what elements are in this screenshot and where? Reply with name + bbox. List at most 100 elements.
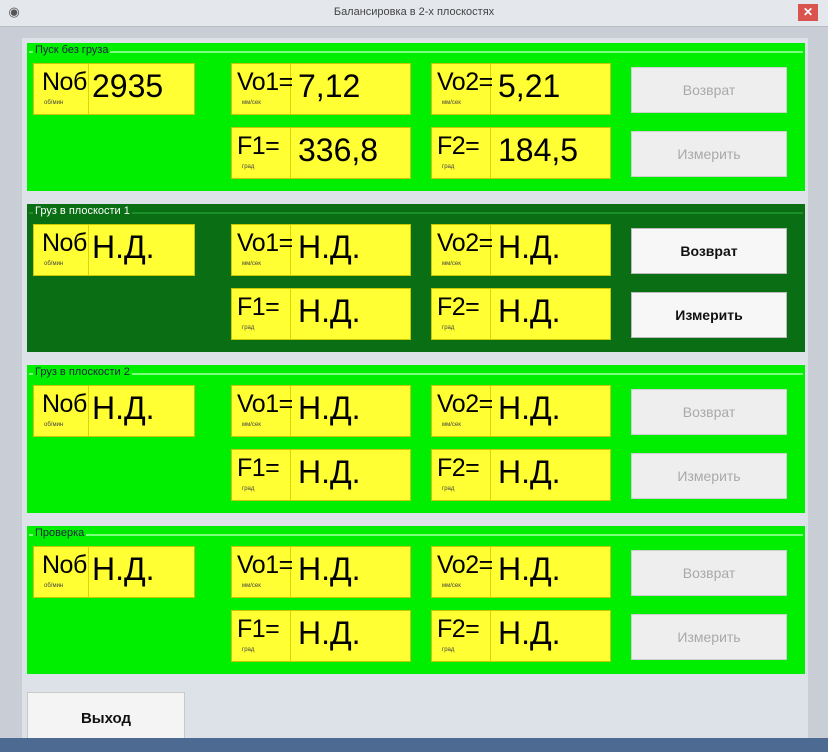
- section-title: Пуск без груза: [33, 44, 111, 56]
- f2-box: F2= град Н.Д.: [431, 288, 611, 340]
- main-window: Пуск без груза Nоб об/мин 2935 Vo1= мм/сек…: [22, 38, 808, 746]
- measure-button[interactable]: Измерить: [631, 614, 787, 660]
- back-button[interactable]: Возврат: [631, 550, 787, 596]
- back-button[interactable]: Возврат: [631, 67, 787, 113]
- rpm-box: Nоб об/мин Н.Д.: [33, 546, 195, 598]
- vo1-label: Vo1=: [237, 229, 293, 257]
- vo2-value: Н.Д.: [498, 229, 561, 265]
- title-bar: ◉ Балансировка в 2-х плоскостях ✕: [0, 0, 828, 27]
- rpm-box: Nоб об/мин 2935: [33, 63, 195, 115]
- vo2-box: Vo2= мм/сек 5,21: [431, 63, 611, 115]
- vo2-unit: мм/сек: [442, 100, 461, 106]
- rpm-unit: об/мин: [44, 422, 64, 428]
- f1-value: Н.Д.: [298, 293, 361, 329]
- f2-label: F2=: [437, 132, 480, 160]
- f1-label: F1=: [237, 454, 280, 482]
- section-check: Проверка Nоб об/мин Н.Д. Vo1= мм/сек Н.Д. …: [27, 526, 805, 674]
- rpm-value: Н.Д.: [92, 551, 155, 587]
- rpm-label: Nоб: [42, 68, 87, 96]
- vo2-label: Vo2=: [437, 551, 493, 579]
- section-divider: [29, 212, 803, 214]
- f2-box: F2= град 184,5: [431, 127, 611, 179]
- vo1-value: Н.Д.: [298, 229, 361, 265]
- section-divider: [29, 373, 803, 375]
- f2-unit: град: [442, 164, 455, 170]
- rpm-box: Nоб об/мин Н.Д.: [33, 385, 195, 437]
- vo2-unit: мм/сек: [442, 583, 461, 589]
- f2-unit: град: [442, 486, 455, 492]
- f1-label: F1=: [237, 293, 280, 321]
- section-title: Груз в плоскости 1: [33, 205, 132, 217]
- rpm-unit: об/мин: [44, 261, 64, 267]
- window-title: Балансировка в 2-х плоскостях: [333, 6, 495, 18]
- vo1-box: Vo1= мм/сек Н.Д.: [231, 385, 411, 437]
- vo2-box: Vo2= мм/сек Н.Д.: [431, 224, 611, 276]
- f2-value: 184,5: [498, 132, 579, 168]
- f2-label: F2=: [437, 293, 480, 321]
- section-no-weight: Пуск без груза Nоб об/мин 2935 Vo1= мм/сек…: [27, 43, 805, 191]
- vo1-unit: мм/сек: [242, 261, 261, 267]
- f2-unit: град: [442, 325, 455, 331]
- f1-box: F1= град Н.Д.: [231, 288, 411, 340]
- measure-button[interactable]: Измерить: [631, 292, 787, 338]
- vo1-label: Vo1=: [237, 551, 293, 579]
- section-title: Груз в плоскости 2: [33, 366, 132, 378]
- f2-value: Н.Д.: [498, 615, 561, 651]
- f1-box: F1= град Н.Д.: [231, 610, 411, 662]
- rpm-value: 2935: [92, 68, 164, 104]
- vo1-label: Vo1=: [237, 390, 293, 418]
- close-icon[interactable]: ✕: [798, 4, 818, 21]
- vo1-unit: мм/сек: [242, 583, 261, 589]
- f1-unit: град: [242, 486, 255, 492]
- vo2-unit: мм/сек: [442, 261, 461, 267]
- back-button[interactable]: Возврат: [631, 389, 787, 435]
- vo2-box: Vo2= мм/сек Н.Д.: [431, 385, 611, 437]
- f2-value: Н.Д.: [498, 293, 561, 329]
- measure-button[interactable]: Измерить: [631, 453, 787, 499]
- rpm-label: Nоб: [42, 390, 87, 418]
- rpm-unit: об/мин: [44, 100, 64, 106]
- vo1-value: 7,12: [298, 68, 361, 104]
- vo1-label: Vo1=: [237, 68, 293, 96]
- vo1-unit: мм/сек: [242, 100, 261, 106]
- vo2-value: 5,21: [498, 68, 561, 104]
- vo2-value: Н.Д.: [498, 390, 561, 426]
- f1-box: F1= град Н.Д.: [231, 449, 411, 501]
- section-weight-plane-1: Груз в плоскости 1 Nоб об/мин Н.Д. Vo1= мм…: [27, 204, 805, 352]
- vo2-label: Vo2=: [437, 229, 493, 257]
- rpm-label: Nоб: [42, 551, 87, 579]
- f1-unit: град: [242, 647, 255, 653]
- vo2-label: Vo2=: [437, 390, 493, 418]
- f2-label: F2=: [437, 615, 480, 643]
- vo1-box: Vo1= мм/сек 7,12: [231, 63, 411, 115]
- f1-box: F1= град 336,8: [231, 127, 411, 179]
- rpm-unit: об/мин: [44, 583, 64, 589]
- rpm-label: Nоб: [42, 229, 87, 257]
- taskbar: [0, 738, 828, 752]
- f2-value: Н.Д.: [498, 454, 561, 490]
- section-divider: [29, 534, 803, 536]
- vo1-value: Н.Д.: [298, 390, 361, 426]
- f2-box: F2= град Н.Д.: [431, 449, 611, 501]
- f2-unit: град: [442, 647, 455, 653]
- vo1-value: Н.Д.: [298, 551, 361, 587]
- f1-label: F1=: [237, 615, 280, 643]
- vo1-box: Vo1= мм/сек Н.Д.: [231, 546, 411, 598]
- f1-value: Н.Д.: [298, 454, 361, 490]
- rpm-value: Н.Д.: [92, 229, 155, 265]
- vo2-value: Н.Д.: [498, 551, 561, 587]
- vo1-box: Vo1= мм/сек Н.Д.: [231, 224, 411, 276]
- vo2-label: Vo2=: [437, 68, 493, 96]
- f1-unit: град: [242, 325, 255, 331]
- f1-value: Н.Д.: [298, 615, 361, 651]
- back-button[interactable]: Возврат: [631, 228, 787, 274]
- f2-label: F2=: [437, 454, 480, 482]
- f2-box: F2= град Н.Д.: [431, 610, 611, 662]
- f1-unit: град: [242, 164, 255, 170]
- vo2-box: Vo2= мм/сек Н.Д.: [431, 546, 611, 598]
- section-weight-plane-2: Груз в плоскости 2 Nоб об/мин Н.Д. Vo1= мм…: [27, 365, 805, 513]
- measure-button[interactable]: Измерить: [631, 131, 787, 177]
- rpm-box: Nоб об/мин Н.Д.: [33, 224, 195, 276]
- section-title: Проверка: [33, 527, 87, 539]
- rpm-value: Н.Д.: [92, 390, 155, 426]
